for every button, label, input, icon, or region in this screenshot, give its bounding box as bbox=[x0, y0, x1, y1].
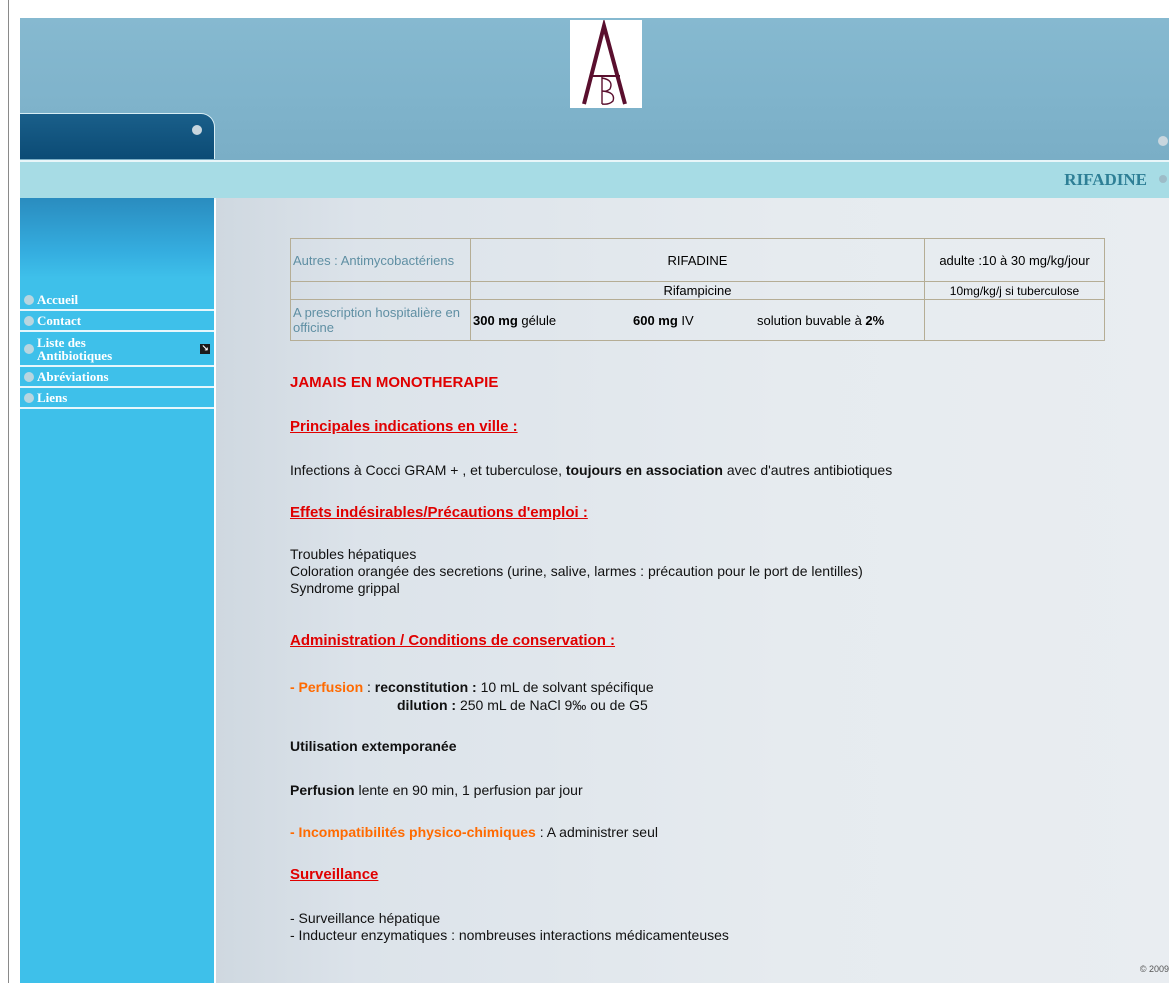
sidebar-item-label: Abréviations bbox=[37, 369, 109, 384]
form-solution-text: solution buvable à bbox=[757, 312, 866, 328]
form-iv-dose: 600 mg bbox=[633, 312, 678, 328]
form-solution-dose: 2% bbox=[865, 312, 885, 328]
adult-dose: adulte :10 à 30 mg/kg/jour bbox=[924, 238, 1105, 282]
drug-info-table: Autres : Antimycobactériens RIFADINE adu… bbox=[290, 238, 1105, 341]
sidebar-item-label: Liste des Antibiotiques bbox=[37, 335, 113, 363]
generic-name: Rifampicine bbox=[470, 281, 925, 300]
incompat-text: : A administrer seul bbox=[535, 824, 658, 840]
surveillance-item: - Inducteur enzymatiques : nombreuses in… bbox=[290, 927, 729, 943]
tab-dot-icon bbox=[192, 125, 202, 135]
page-border-line bbox=[8, 0, 9, 983]
prescription-status: A prescription hospitalière en officine bbox=[290, 299, 471, 341]
bullet-icon bbox=[24, 344, 34, 354]
indications-heading: Principales indications en ville : bbox=[290, 418, 518, 435]
sidebar-item-accueil[interactable]: Accueil bbox=[20, 290, 214, 311]
drug-class: Autres : Antimycobactériens bbox=[290, 238, 471, 282]
indications-text: Infections à Cocci GRAM + , et tuberculo… bbox=[290, 462, 892, 478]
bullet-icon bbox=[24, 372, 34, 382]
copyright: © 2009 bbox=[1139, 964, 1169, 974]
bullet-icon bbox=[24, 393, 34, 403]
sidebar-item-contact[interactable]: Contact bbox=[20, 311, 214, 332]
header-dot-icon bbox=[1158, 136, 1168, 146]
sidebar-menu: Accueil Contact Liste des Antibiotiques … bbox=[20, 290, 214, 409]
perfusion-lente-text: lente en 90 min, 1 perfusion par jour bbox=[354, 782, 583, 798]
bullet-icon bbox=[24, 316, 34, 326]
incompat-label: - Incompatibilités physico-chimiques bbox=[290, 824, 536, 840]
surveillance-list: - Surveillance hépatique - Inducteur enz… bbox=[290, 910, 729, 944]
page-title: RIFADINE bbox=[1064, 170, 1147, 189]
pharmaceutical-forms: 300 mg gélule 600 mg IV solution buvable à… bbox=[470, 299, 925, 341]
header-left-tab bbox=[20, 113, 215, 159]
logo-icon bbox=[570, 20, 642, 108]
form-gelule-dose: 300 mg bbox=[473, 312, 518, 328]
reconstitution-text: 10 mL de solvant spécifique bbox=[476, 679, 654, 695]
indications-post: avec d'autres antibiotiques bbox=[722, 462, 893, 478]
effets-list: Troubles hépatiques Coloration orangée d… bbox=[290, 546, 863, 597]
incompatibilites: - Incompatibilités physico-chimiques : A… bbox=[290, 824, 658, 840]
administration-heading: Administration / Conditions de conservat… bbox=[290, 632, 616, 649]
effet-item: Troubles hépatiques bbox=[290, 546, 417, 562]
tb-dose: 10mg/kg/j si tuberculose bbox=[924, 281, 1105, 300]
dilution-label: dilution : bbox=[397, 697, 457, 713]
title-dot-icon bbox=[1159, 175, 1167, 183]
main-content: Autres : Antimycobactériens RIFADINE adu… bbox=[216, 198, 1169, 983]
site-logo[interactable] bbox=[570, 20, 642, 108]
effet-item: Syndrome grippal bbox=[290, 580, 400, 596]
bullet-icon bbox=[24, 295, 34, 305]
monotherapy-warning: JAMAIS EN MONOTHERAPIE bbox=[290, 374, 499, 391]
sidebar-item-label: Liens bbox=[37, 390, 68, 405]
form-gelule-type: gélule bbox=[517, 312, 557, 328]
reconstitution-label: reconstitution : bbox=[374, 679, 477, 695]
sidebar: Accueil Contact Liste des Antibiotiques … bbox=[20, 198, 214, 983]
title-bar: RIFADINE bbox=[20, 160, 1169, 200]
indications-pre: Infections à Cocci GRAM + , et tuberculo… bbox=[290, 462, 566, 478]
perfusion-lente: Perfusion lente en 90 min, 1 perfusion p… bbox=[290, 782, 583, 798]
sidebar-item-liste-antibiotiques[interactable]: Liste des Antibiotiques ↘ bbox=[20, 332, 214, 367]
sidebar-item-label: Accueil bbox=[37, 292, 79, 307]
perfusion-lente-bold: Perfusion bbox=[290, 782, 355, 798]
empty-cell bbox=[924, 299, 1105, 341]
sidebar-item-abreviations[interactable]: Abréviations bbox=[20, 367, 214, 388]
perfusion-sep: : bbox=[363, 679, 375, 695]
sidebar-item-liens[interactable]: Liens bbox=[20, 388, 214, 409]
empty-cell bbox=[290, 281, 471, 300]
surveillance-item: - Surveillance hépatique bbox=[290, 910, 441, 926]
extemporanee-text: Utilisation extemporanée bbox=[290, 738, 457, 754]
surveillance-heading: Surveillance bbox=[290, 866, 379, 883]
sidebar-item-label: Contact bbox=[37, 313, 82, 328]
drug-name: RIFADINE bbox=[470, 238, 925, 282]
effets-heading: Effets indésirables/Précautions d'emploi… bbox=[290, 504, 588, 521]
perfusion-block: - Perfusion : reconstitution : 10 mL de … bbox=[290, 678, 654, 714]
form-iv-type: IV bbox=[677, 312, 694, 328]
indications-bold: toujours en association bbox=[565, 462, 723, 478]
effet-item: Coloration orangée des secretions (urine… bbox=[290, 563, 863, 579]
perfusion-label: - Perfusion bbox=[290, 679, 364, 695]
submenu-arrow-icon[interactable]: ↘ bbox=[200, 344, 210, 354]
dilution-text: 250 mL de NaCl 9‰ ou de G5 bbox=[456, 697, 648, 713]
